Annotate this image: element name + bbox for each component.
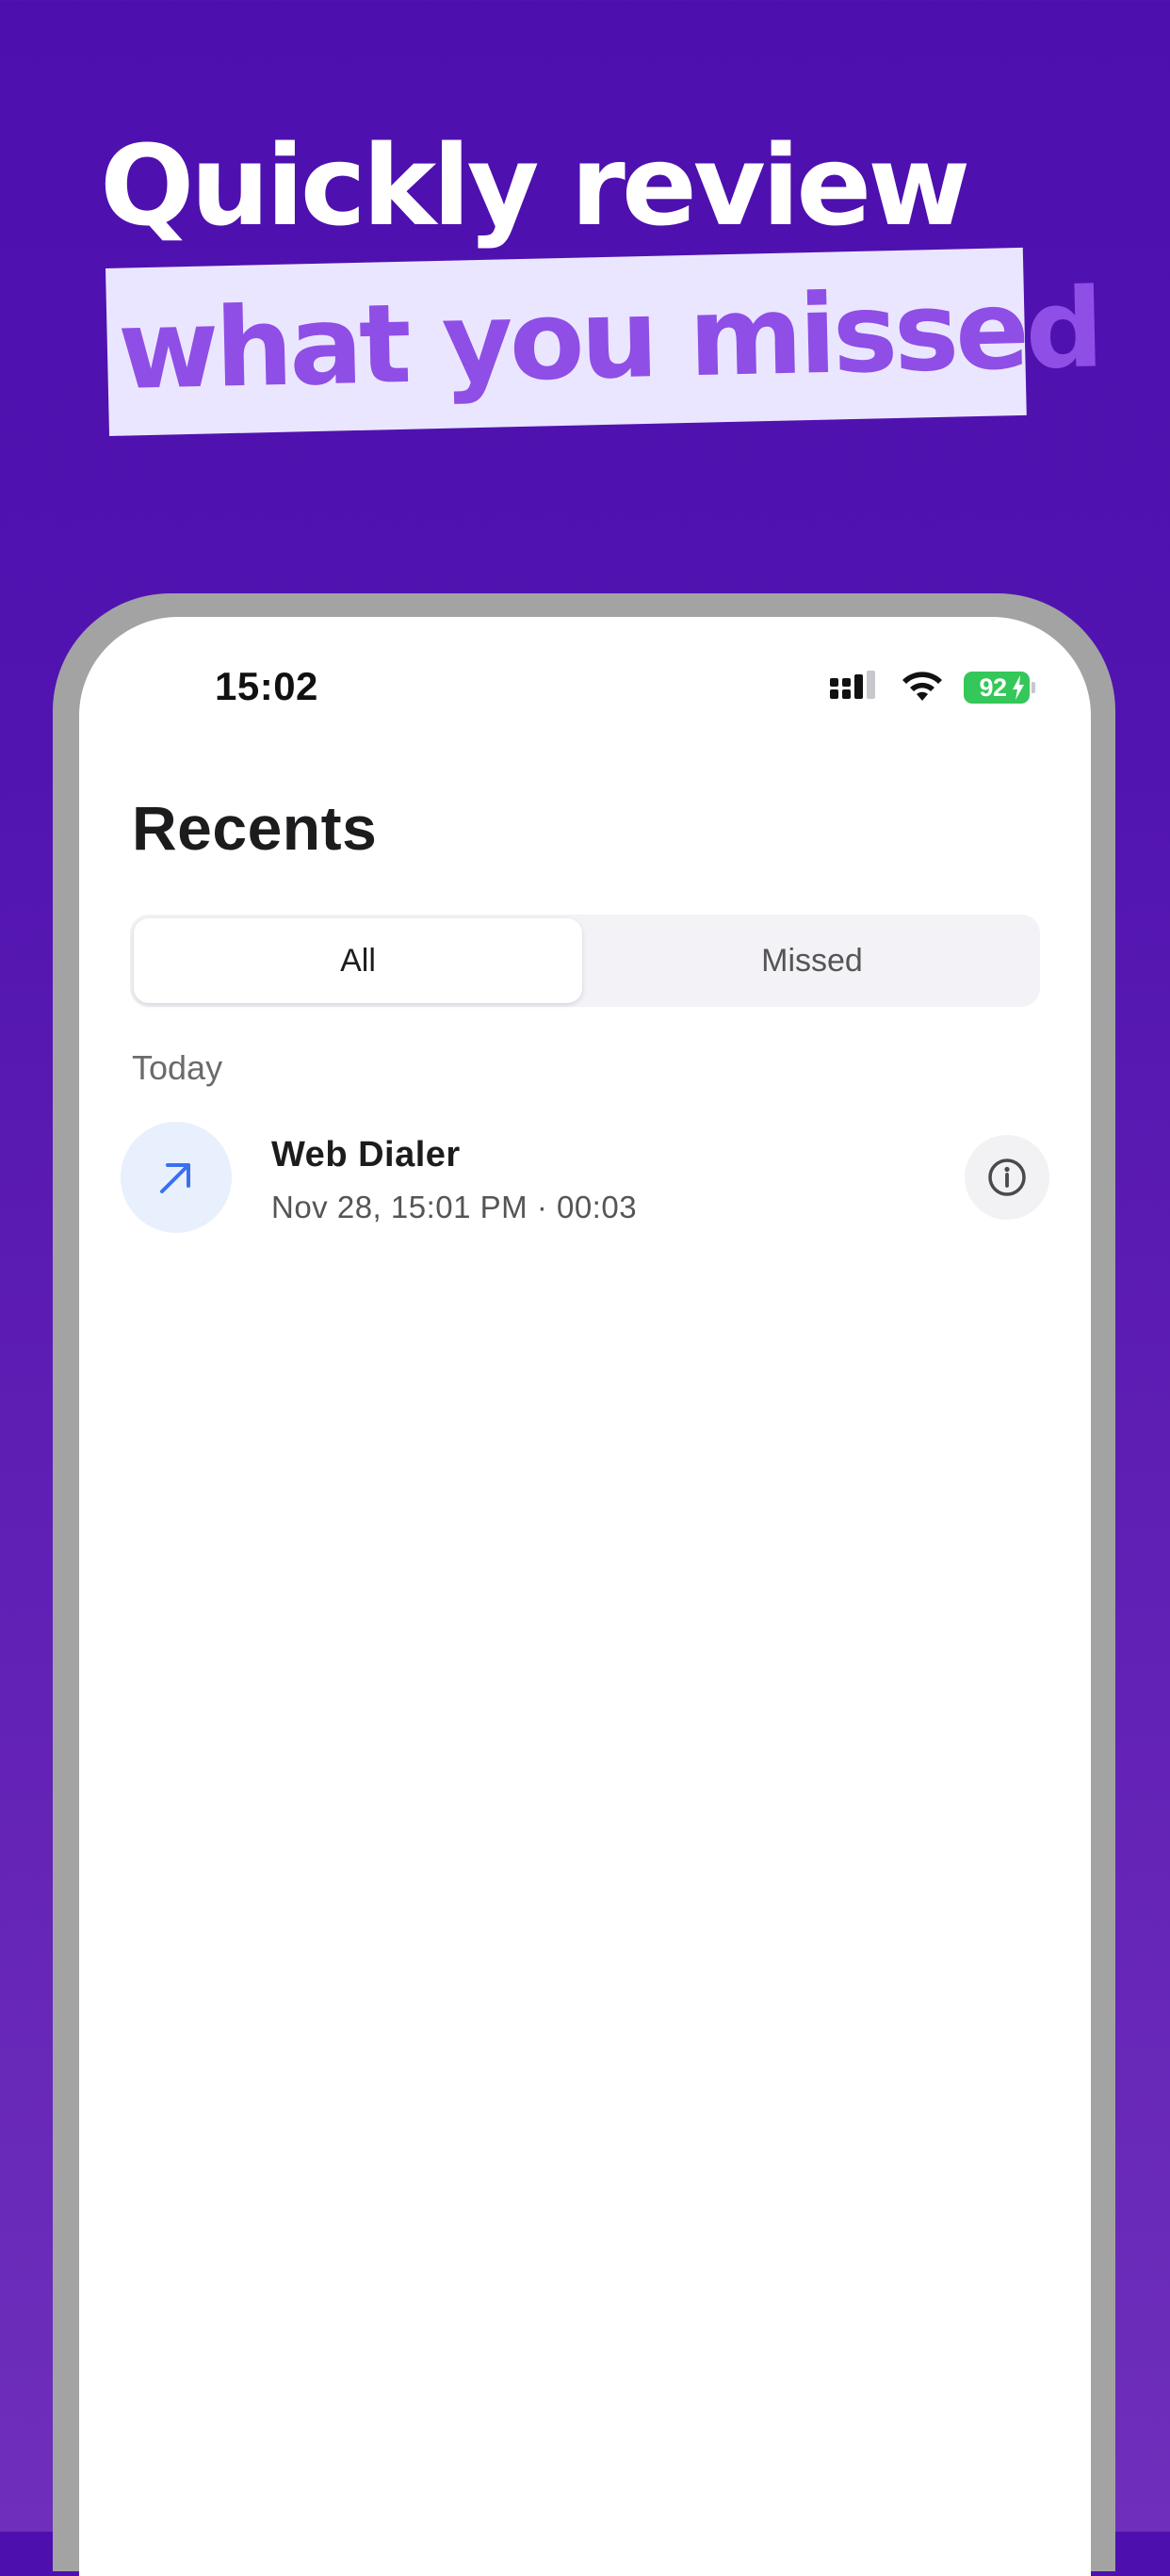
signal-icon <box>830 671 881 705</box>
section-header-today: Today <box>132 1048 223 1087</box>
battery-level: 92 <box>979 672 1007 702</box>
bolt-icon <box>1013 675 1024 700</box>
headline-line-1: Quickly review <box>100 121 970 251</box>
status-bar-icons: 92 <box>830 669 1035 706</box>
call-direction-avatar <box>121 1122 232 1233</box>
recent-call-row[interactable]: Web Dialer Nov 28, 15:01 PM · 00:03 <box>79 1116 1091 1239</box>
segment-missed[interactable]: Missed <box>588 918 1036 1003</box>
info-icon <box>988 1158 1026 1196</box>
battery-charging-icon: 92 <box>964 672 1035 704</box>
phone-screen: 15:02 92 Recents All Missed Today Web Di… <box>79 617 1091 2576</box>
battery-body: 92 <box>964 672 1030 704</box>
outgoing-call-arrow-icon <box>160 1163 190 1193</box>
headline-line-2: what you missed <box>116 265 1102 414</box>
segment-all[interactable]: All <box>134 918 582 1003</box>
wifi-icon <box>900 671 945 705</box>
status-bar-time: 15:02 <box>215 664 318 708</box>
call-info-button[interactable] <box>965 1135 1049 1220</box>
call-details: Nov 28, 15:01 PM · 00:03 <box>271 1190 638 1224</box>
battery-cap <box>1032 682 1035 693</box>
call-contact-name: Web Dialer <box>271 1135 461 1175</box>
page-title: Recents <box>132 793 378 863</box>
recents-filter-segmented-control: All Missed <box>130 915 1040 1007</box>
